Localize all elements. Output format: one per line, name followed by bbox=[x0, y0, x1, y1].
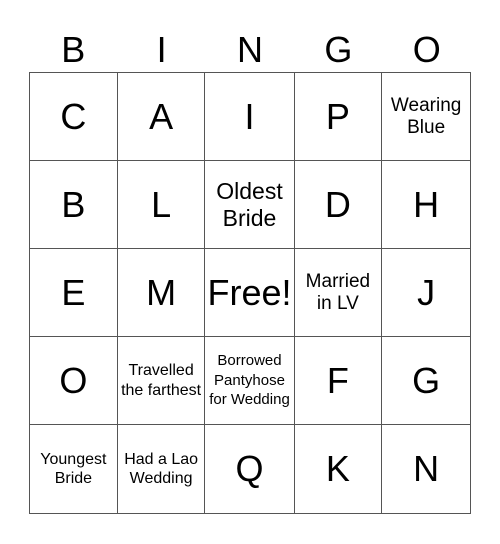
bingo-cell[interactable]: Borrowed Pantyhose for Wedding bbox=[205, 337, 295, 425]
bingo-cell[interactable]: Q bbox=[205, 425, 295, 513]
header-letter-n: N bbox=[236, 29, 263, 70]
header-letter-o: O bbox=[412, 29, 441, 70]
header-letter-i: I bbox=[156, 29, 167, 70]
bingo-cell[interactable]: D bbox=[294, 161, 383, 249]
bingo-cell[interactable]: G bbox=[382, 337, 470, 425]
bingo-cell[interactable]: P bbox=[294, 73, 383, 161]
header-letter-g: G bbox=[324, 29, 353, 70]
bingo-header: B I N G O bbox=[29, 28, 471, 72]
bingo-cell[interactable]: N bbox=[382, 425, 470, 513]
bingo-cell[interactable]: O bbox=[30, 337, 118, 425]
bingo-cell[interactable]: Oldest Bride bbox=[205, 161, 295, 249]
bingo-cell[interactable]: Youngest Bride bbox=[30, 425, 118, 513]
bingo-cell[interactable]: J bbox=[382, 249, 470, 337]
bingo-cell[interactable]: L bbox=[117, 161, 206, 249]
bingo-cell[interactable]: Had a Lao Wedding bbox=[118, 425, 206, 513]
bingo-cell[interactable]: M bbox=[117, 249, 206, 337]
bingo-cell[interactable]: A bbox=[117, 73, 206, 161]
bingo-cell[interactable]: Travelled the farthest bbox=[117, 337, 206, 425]
bingo-cell[interactable]: H bbox=[382, 161, 470, 249]
bingo-grid: C A I P Wearing Blue B L Oldest Bride D H E M Free! M… bbox=[29, 72, 471, 514]
bingo-cell[interactable]: C bbox=[30, 73, 118, 161]
bingo-cell[interactable]: B bbox=[30, 161, 118, 249]
bingo-cell[interactable]: K bbox=[295, 425, 383, 513]
bingo-cell[interactable]: Free! bbox=[205, 249, 295, 337]
header-letter-b: B bbox=[61, 29, 86, 70]
bingo-cell[interactable]: F bbox=[294, 337, 383, 425]
bingo-cell[interactable]: Wearing Blue bbox=[382, 73, 470, 161]
bingo-cell[interactable]: Married in LV bbox=[294, 249, 383, 337]
bingo-cell[interactable]: I bbox=[205, 73, 295, 161]
bingo-cell[interactable]: E bbox=[30, 249, 118, 337]
